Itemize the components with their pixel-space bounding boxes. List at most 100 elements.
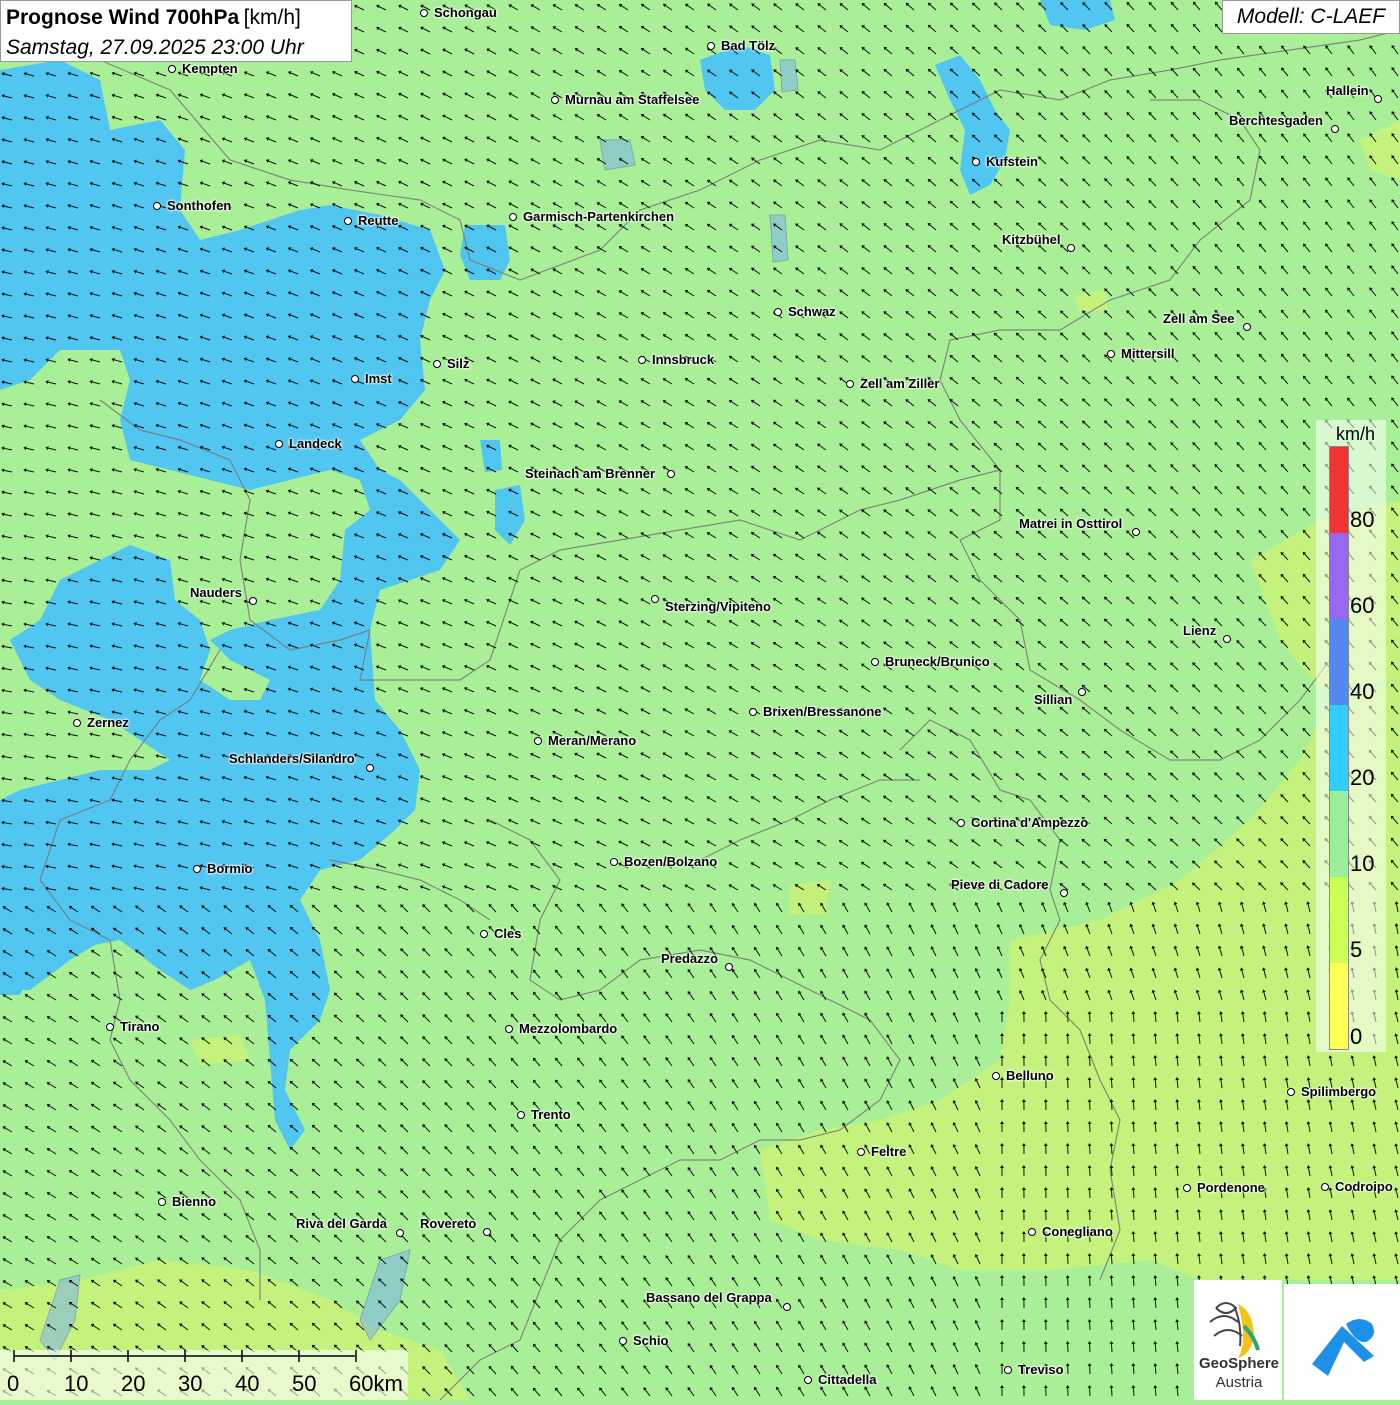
wind-arrow	[972, 355, 980, 362]
wind-arrow	[1126, 574, 1134, 582]
wind-arrow	[950, 3, 958, 10]
wind-arrow	[376, 841, 386, 846]
wind-arrow	[89, 248, 100, 252]
wind-arrow	[574, 687, 584, 692]
wind-arrow	[1148, 420, 1156, 428]
wind-arrow	[577, 991, 584, 1000]
wind-arrow	[1066, 1165, 1070, 1176]
wind-arrow	[817, 576, 826, 582]
wind-arrow	[883, 355, 892, 362]
wind-arrow	[1060, 112, 1068, 120]
wind-arrow	[663, 488, 672, 494]
wind-arrow	[533, 1080, 540, 1088]
city-label: Belluno	[1006, 1069, 1054, 1083]
wind-arrow	[883, 818, 892, 824]
wind-arrow	[178, 270, 188, 274]
wind-arrow	[1236, 596, 1244, 604]
wind-arrow	[555, 948, 562, 956]
wind-arrow	[111, 292, 122, 296]
wind-arrow	[1170, 839, 1178, 846]
wind-arrow	[1148, 662, 1156, 670]
wind-arrow	[1303, 376, 1310, 384]
wind-arrow	[179, 1081, 188, 1088]
wind-arrow	[89, 182, 100, 186]
wind-arrow	[906, 3, 914, 10]
wind-arrow	[1126, 112, 1134, 120]
wind-arrow	[135, 1170, 144, 1176]
wind-arrow	[621, 1079, 628, 1088]
wind-arrow	[376, 753, 386, 758]
wind-arrow	[577, 903, 584, 912]
wind-arrow	[909, 946, 914, 956]
wind-arrow	[577, 1057, 584, 1066]
wind-arrow	[530, 379, 540, 384]
wind-arrow	[157, 1236, 166, 1242]
wind-arrow	[1237, 398, 1244, 406]
wind-arrow	[949, 619, 958, 626]
wind-arrow	[975, 1166, 980, 1176]
wind-arrow	[265, 798, 276, 802]
wind-arrow	[927, 729, 936, 736]
wind-arrow	[89, 446, 100, 450]
wind-arrow	[621, 1013, 628, 1022]
wind-arrow	[596, 488, 606, 494]
wind-arrow	[1214, 750, 1222, 758]
wind-arrow	[643, 1079, 650, 1088]
wind-arrow	[420, 533, 430, 538]
wind-arrow	[931, 1078, 936, 1088]
wind-arrow	[113, 1170, 122, 1176]
wind-arrow	[555, 970, 562, 978]
wind-arrow	[1329, 1099, 1333, 1110]
wind-arrow	[795, 3, 804, 10]
wind-arrow	[798, 991, 804, 1000]
wind-arrow	[1258, 640, 1266, 648]
wind-arrow	[489, 1300, 496, 1308]
wind-arrow	[243, 732, 254, 736]
wind-arrow	[312, 971, 320, 978]
wind-arrow	[728, 862, 738, 868]
wind-arrow	[354, 203, 364, 208]
wind-arrow	[1174, 968, 1178, 978]
wind-arrow	[25, 1126, 34, 1132]
wind-arrow	[1303, 662, 1310, 670]
wind-arrow	[729, 334, 738, 340]
wind-arrow	[378, 1234, 386, 1242]
wind-arrow	[268, 1235, 276, 1242]
wind-arrow	[1372, 1253, 1376, 1264]
wind-arrow	[1126, 795, 1134, 802]
wind-arrow	[1347, 309, 1354, 318]
wind-arrow	[1214, 442, 1222, 450]
wind-arrow	[754, 1387, 760, 1396]
wind-arrow	[1152, 946, 1156, 956]
wind-arrow	[618, 753, 628, 758]
wind-arrow	[1170, 508, 1178, 516]
wind-arrow	[776, 1211, 782, 1220]
wind-arrow	[997, 946, 1002, 956]
wind-arrow	[244, 335, 254, 340]
wind-arrow	[288, 203, 298, 208]
wind-arrow	[1153, 1231, 1157, 1242]
wind-arrow	[820, 1035, 826, 1044]
wind-arrow	[354, 247, 364, 252]
wind-arrow	[883, 686, 892, 692]
wind-arrow	[839, 444, 848, 450]
wind-arrow	[972, 179, 980, 186]
wind-arrow	[732, 1277, 738, 1286]
wind-arrow	[1038, 156, 1046, 164]
wind-arrow	[1218, 945, 1222, 956]
wind-arrow	[1175, 1253, 1179, 1264]
wind-arrow	[486, 687, 496, 692]
wind-arrow	[1016, 421, 1024, 428]
wind-arrow	[597, 26, 606, 32]
wind-arrow	[886, 1056, 892, 1066]
wind-arrow	[950, 69, 958, 76]
wind-arrow	[1369, 397, 1376, 406]
wind-arrow	[1280, 750, 1288, 758]
wind-arrow	[662, 686, 672, 692]
wind-arrow	[508, 599, 518, 604]
wind-arrow	[354, 181, 364, 186]
wind-arrow	[45, 887, 56, 891]
wind-arrow	[45, 644, 56, 648]
wind-arrow	[266, 203, 276, 208]
wind-arrow	[864, 1276, 870, 1286]
